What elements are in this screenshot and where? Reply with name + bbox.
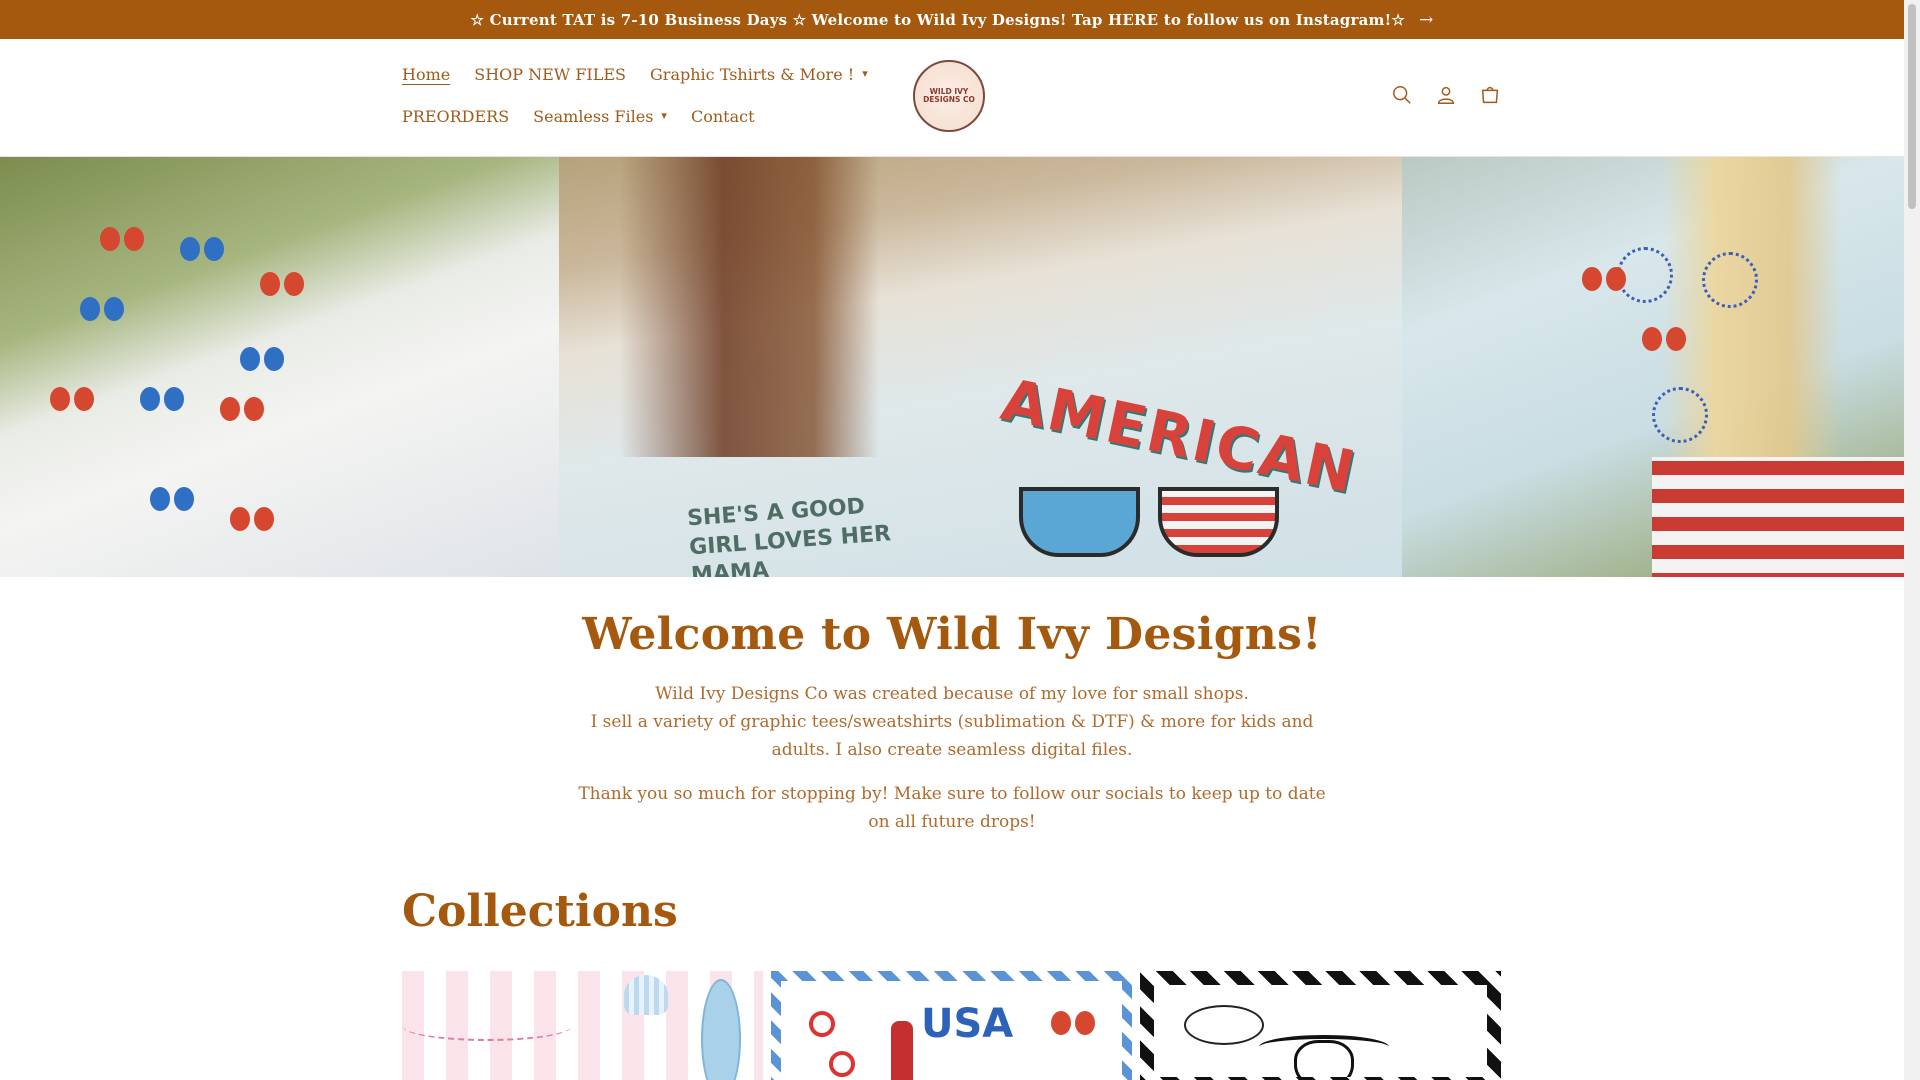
nav-item-preorders[interactable]: PREORDERS xyxy=(402,107,509,126)
welcome-text-1: Wild Ivy Designs Co was created because … xyxy=(655,684,1249,704)
nav-item-label: PREORDERS xyxy=(402,106,510,126)
header-icons xyxy=(1390,83,1502,107)
welcome-text-3: Thank you so much for stopping by! Make … xyxy=(578,784,1326,832)
logo-text: WILD IVY DESIGNS CO xyxy=(923,87,975,104)
bow-graphic xyxy=(80,297,124,323)
nav-item-label: Contact xyxy=(690,106,755,126)
nav-item-label: Home xyxy=(402,64,451,84)
sunglasses-graphic xyxy=(1019,487,1279,557)
page-scrollbar[interactable] xyxy=(1904,0,1920,1080)
bow-graphic xyxy=(1051,1011,1095,1037)
nav-item-seamless-files[interactable]: Seamless Files ▾ xyxy=(533,107,667,126)
garland-graphic xyxy=(402,1011,572,1041)
shirt-text-2: SHE'S A GOOD GIRL LOVES HER MAMA xyxy=(686,494,892,577)
bow-graphic xyxy=(50,387,94,413)
chevron-down-icon: ▾ xyxy=(661,108,667,122)
main-nav: Home SHOP NEW FILES Graphic Tshirts & Mo… xyxy=(402,39,882,137)
bow-graphic xyxy=(100,227,144,253)
striped-shorts-graphic xyxy=(1652,457,1904,577)
hero-image-2: SHE'S A GOOD GIRL LOVES HER MAMA AMERICA… xyxy=(559,157,1402,577)
bow-graphic xyxy=(260,272,304,298)
shirt-text-american: AMERICAN xyxy=(995,365,1363,507)
cart-icon[interactable] xyxy=(1478,83,1502,107)
skull-graphic xyxy=(1294,1040,1354,1077)
bow-graphic xyxy=(140,387,184,413)
welcome-section: Welcome to Wild Ivy Designs! Wild Ivy De… xyxy=(0,577,1904,836)
fireworks-graphic xyxy=(1652,387,1708,443)
fireworks-graphic xyxy=(1702,252,1758,308)
nav-item-contact[interactable]: Contact xyxy=(691,107,755,126)
nav-item-label: SHOP NEW FILES xyxy=(474,64,627,84)
bow-graphic xyxy=(1642,327,1686,353)
bow-graphic xyxy=(150,487,194,513)
nav-item-home[interactable]: Home xyxy=(402,65,450,84)
scrollbar-thumb[interactable] xyxy=(1908,4,1916,209)
hair-graphic xyxy=(619,157,879,457)
announcement-text[interactable]: ☆ Current TAT is 7-10 Business Days ☆ We… xyxy=(471,11,1406,29)
nav-item-label: Seamless Files xyxy=(533,106,654,126)
welcome-text-2: I sell a variety of graphic tees/sweatsh… xyxy=(590,712,1314,760)
account-icon[interactable] xyxy=(1434,83,1458,107)
bow-graphic xyxy=(1582,267,1626,293)
welcome-title: Welcome to Wild Ivy Designs! xyxy=(582,609,1322,660)
surfboard-graphic xyxy=(701,979,741,1080)
hero-banner: SHE'S A GOOD GIRL LOVES HER MAMA AMERICA… xyxy=(0,157,1904,577)
collections-title: Collections xyxy=(402,886,678,937)
search-icon[interactable] xyxy=(1390,83,1414,107)
seashell-graphic xyxy=(624,975,668,1015)
nav-item-label: Graphic Tshirts & More ! xyxy=(650,64,855,84)
bow-graphic xyxy=(180,237,224,263)
bow-outline-graphic xyxy=(1184,1005,1264,1045)
hero-image-1 xyxy=(0,157,559,577)
nav-item-graphic-tshirts[interactable]: Graphic Tshirts & More ! ▾ xyxy=(650,65,868,84)
collections-grid: USA xyxy=(402,971,1501,1080)
collection-card[interactable]: USA xyxy=(771,971,1132,1080)
soda-bottle-graphic xyxy=(891,1021,913,1080)
bow-graphic xyxy=(220,397,264,423)
arrow-right-icon[interactable]: → xyxy=(1419,10,1433,30)
announcement-bar[interactable]: ☆ Current TAT is 7-10 Business Days ☆ We… xyxy=(0,0,1904,39)
bow-graphic xyxy=(240,347,284,373)
site-logo[interactable]: WILD IVY DESIGNS CO xyxy=(913,60,985,132)
nav-row-2: PREORDERS Seamless Files ▾ Contact xyxy=(402,95,882,137)
site-header: Home SHOP NEW FILES Graphic Tshirts & Mo… xyxy=(0,39,1904,157)
flower-graphic xyxy=(829,1051,855,1077)
flower-graphic xyxy=(809,1011,835,1037)
nav-row-1: Home SHOP NEW FILES Graphic Tshirts & Mo… xyxy=(402,53,882,95)
nav-item-shop-new-files[interactable]: SHOP NEW FILES xyxy=(474,65,626,84)
bow-graphic xyxy=(230,507,274,533)
collection-card[interactable] xyxy=(1140,971,1501,1080)
hero-image-3 xyxy=(1402,157,1904,577)
usa-text: USA xyxy=(921,1001,1014,1047)
chevron-down-icon: ▾ xyxy=(862,66,868,80)
collection-card[interactable] xyxy=(402,971,763,1080)
